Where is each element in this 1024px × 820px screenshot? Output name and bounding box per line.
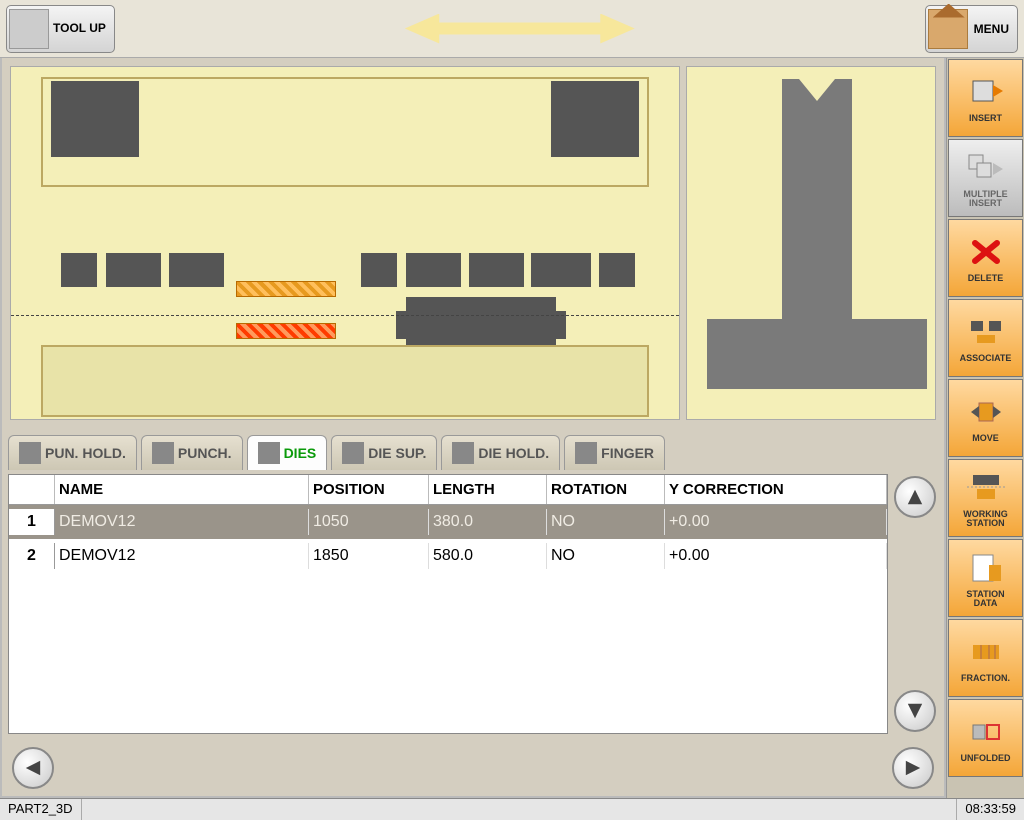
tab-punch[interactable]: PUNCH. <box>141 435 243 470</box>
multiple-insert-icon <box>965 148 1007 188</box>
sidebar-fraction-button[interactable]: FRACTION. <box>948 619 1023 697</box>
cell-position: 1850 <box>309 543 429 569</box>
table-row[interactable]: 2DEMOV121850580.0NO+0.00 <box>9 539 887 573</box>
tool-up-icon <box>9 9 49 49</box>
tab-icon <box>342 442 364 464</box>
diagram-area <box>2 58 944 428</box>
sidebar-station-data-button[interactable]: STATIONDATA <box>948 539 1023 617</box>
cell-length: 580.0 <box>429 543 547 569</box>
menu-label: MENU <box>974 22 1009 36</box>
grid-header-name: NAME <box>55 475 309 504</box>
triangle-down-icon <box>906 702 924 720</box>
tab-icon <box>152 442 174 464</box>
sidebar-working-station-button[interactable]: WORKINGSTATION <box>948 459 1023 537</box>
sidebar-unfolded-button[interactable]: UNFOLDED <box>948 699 1023 777</box>
sidebar-label: INSERT <box>967 114 1004 123</box>
row-index: 2 <box>9 543 55 569</box>
sidebar-associate-button[interactable]: ASSOCIATE <box>948 299 1023 377</box>
associate-icon <box>965 312 1007 352</box>
station-data-icon <box>965 548 1007 588</box>
tool-up-button[interactable]: TOOL UP <box>6 5 115 53</box>
unfolded-icon <box>965 712 1007 752</box>
fraction-icon <box>965 632 1007 672</box>
triangle-left-icon <box>24 759 42 777</box>
working-station-icon <box>965 468 1007 508</box>
sidebar-label: ASSOCIATE <box>958 354 1014 363</box>
triangle-up-icon <box>906 488 924 506</box>
tab-label: DIE HOLD. <box>478 445 549 461</box>
sidebar-insert-button[interactable]: INSERT <box>948 59 1023 137</box>
scroll-up-button[interactable] <box>894 476 936 518</box>
insert-icon <box>965 72 1007 112</box>
tab-icon <box>575 442 597 464</box>
tab-icon <box>258 442 280 464</box>
sidebar-delete-button[interactable]: DELETE <box>948 219 1023 297</box>
grid-header-ycorrection: Y CORRECTION <box>665 475 887 504</box>
table-row[interactable]: 1DEMOV121050380.0NO+0.00 <box>9 505 887 539</box>
tab-dies[interactable]: DIES <box>247 435 328 470</box>
sidebar-label: WORKINGSTATION <box>961 510 1010 529</box>
die-grid: NAME POSITION LENGTH ROTATION Y CORRECTI… <box>8 474 888 734</box>
tab-finger[interactable]: FINGER <box>564 435 665 470</box>
delete-icon <box>965 232 1007 272</box>
home-icon <box>928 9 968 49</box>
sidebar-move-button[interactable]: MOVE <box>948 379 1023 457</box>
grid-header-position: POSITION <box>309 475 429 504</box>
tab-icon <box>19 442 41 464</box>
cell-length: 380.0 <box>429 509 547 535</box>
nav-right-button[interactable] <box>892 747 934 789</box>
cell-name: DEMOV12 <box>55 509 309 535</box>
tab-icon <box>452 442 474 464</box>
cell-ycorrection: +0.00 <box>665 509 887 535</box>
tab-label: DIES <box>284 445 317 461</box>
cell-rotation: NO <box>547 543 665 569</box>
grid-header-length: LENGTH <box>429 475 547 504</box>
tab-label: DIE SUP. <box>368 445 426 461</box>
status-spacer <box>82 799 958 820</box>
status-time: 08:33:59 <box>957 799 1024 820</box>
tab-label: PUN. HOLD. <box>45 445 126 461</box>
tab-die-hold[interactable]: DIE HOLD. <box>441 435 560 470</box>
sidebar-label: MOVE <box>970 434 1001 443</box>
die-profile-view[interactable] <box>686 66 936 420</box>
tab-label: PUNCH. <box>178 445 232 461</box>
scroll-down-button[interactable] <box>894 690 936 732</box>
tab-die-sup[interactable]: DIE SUP. <box>331 435 437 470</box>
sidebar-label: MULTIPLEINSERT <box>961 190 1009 209</box>
horizontal-scroll-indicator-icon <box>405 14 635 44</box>
grid-header-rotation: ROTATION <box>547 475 665 504</box>
tool-up-label: TOOL UP <box>53 21 106 35</box>
nav-left-button[interactable] <box>12 747 54 789</box>
tab-pun-hold[interactable]: PUN. HOLD. <box>8 435 137 470</box>
move-icon <box>965 392 1007 432</box>
sidebar-label: STATIONDATA <box>964 590 1006 609</box>
status-program: PART2_3D <box>0 799 82 820</box>
sidebar-label: FRACTION. <box>959 674 1012 683</box>
cell-position: 1050 <box>309 509 429 535</box>
tab-label: FINGER <box>601 445 654 461</box>
press-brake-view[interactable] <box>10 66 680 420</box>
cell-rotation: NO <box>547 509 665 535</box>
cell-name: DEMOV12 <box>55 543 309 569</box>
menu-button[interactable]: MENU <box>925 5 1018 53</box>
triangle-right-icon <box>904 759 922 777</box>
row-index: 1 <box>9 509 55 535</box>
sidebar-multiple-insert-button[interactable]: MULTIPLEINSERT <box>948 139 1023 217</box>
sidebar-label: DELETE <box>966 274 1006 283</box>
cell-ycorrection: +0.00 <box>665 543 887 569</box>
grid-header: NAME POSITION LENGTH ROTATION Y CORRECTI… <box>9 475 887 505</box>
sidebar-label: UNFOLDED <box>959 754 1013 763</box>
